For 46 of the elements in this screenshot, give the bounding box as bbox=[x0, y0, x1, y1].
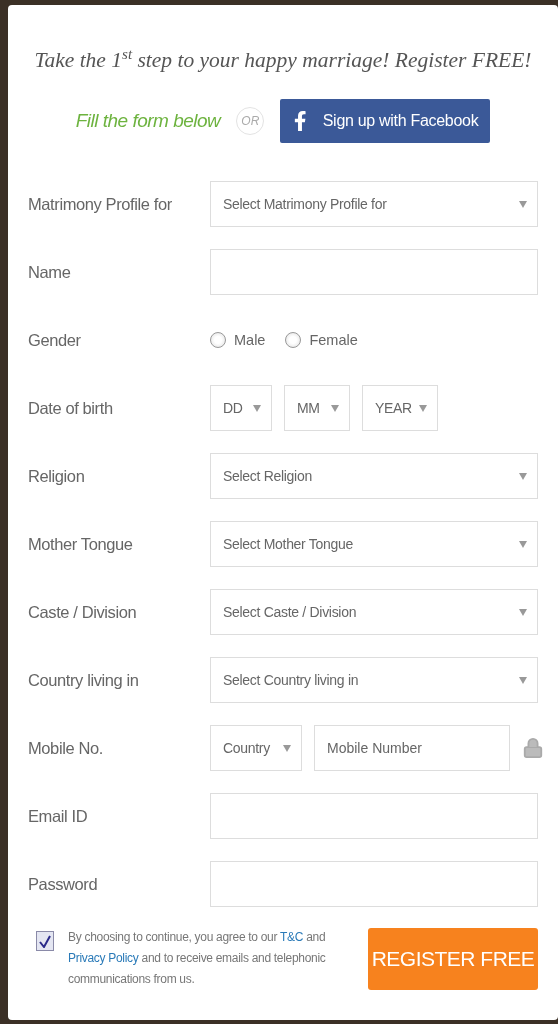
caret-icon bbox=[519, 200, 527, 208]
select-field[interactable]: Select Country living in bbox=[210, 657, 538, 704]
input-field[interactable] bbox=[210, 793, 538, 840]
form-heading: Take the 1$^{st}$ step to your happy marriage! Register FREE! bbox=[33, 45, 533, 75]
field-label: Caste / Division bbox=[28, 602, 138, 622]
field-label: Religion bbox=[28, 466, 86, 486]
radio-option[interactable]: Female bbox=[285, 332, 358, 349]
field-label: Password bbox=[28, 874, 99, 894]
agreement-link[interactable]: Privacy Policy bbox=[68, 951, 139, 966]
caret-icon bbox=[519, 472, 527, 480]
input-field[interactable]: Mobile Number bbox=[314, 725, 510, 772]
radio-button[interactable] bbox=[285, 332, 302, 349]
caret-icon bbox=[519, 676, 527, 684]
facebook-icon bbox=[292, 111, 309, 132]
caret-icon bbox=[519, 608, 527, 616]
field-label: Country living in bbox=[28, 670, 140, 690]
input-field[interactable] bbox=[210, 249, 538, 296]
caret-icon bbox=[283, 744, 291, 752]
select-field[interactable]: Select Caste / Division bbox=[210, 589, 538, 636]
field-label: Email ID bbox=[28, 806, 89, 826]
agree-checkbox[interactable] bbox=[36, 931, 54, 952]
caret-icon bbox=[419, 404, 427, 412]
field-label: Mother Tongue bbox=[28, 534, 134, 554]
radio-option[interactable]: Male bbox=[210, 332, 266, 349]
caret-icon bbox=[331, 404, 339, 412]
select-field[interactable]: MM bbox=[284, 385, 350, 432]
caret-icon bbox=[253, 404, 261, 412]
field-label: Name bbox=[28, 262, 72, 282]
facebook-signup-button[interactable]: Sign up with Facebook bbox=[280, 99, 491, 144]
field-label: Date of birth bbox=[28, 398, 114, 418]
select-field[interactable]: DD bbox=[210, 385, 272, 432]
caret-icon bbox=[519, 540, 527, 548]
select-field[interactable]: Select Mother Tongue bbox=[210, 521, 538, 568]
select-field[interactable]: Select Matrimony Profile for bbox=[210, 181, 538, 228]
field-label: Gender bbox=[28, 330, 82, 350]
agreement-text: By choosing to continue, you agree to our T&C and Privacy Policy and to receive emails and telephonic communications from us. bbox=[68, 929, 327, 989]
password-field[interactable] bbox=[210, 861, 538, 908]
agreement-link[interactable]: T&C bbox=[280, 930, 304, 945]
radio-button[interactable] bbox=[210, 332, 226, 349]
lock-icon bbox=[522, 737, 544, 760]
field-label: Matrimony Profile for bbox=[28, 194, 173, 214]
select-field[interactable]: YEAR bbox=[362, 385, 438, 432]
select-field[interactable]: Select Religion bbox=[210, 453, 538, 500]
select-field[interactable]: Country bbox=[210, 725, 302, 772]
fill-form-text: Fill the form below bbox=[75, 110, 221, 133]
field-label: Mobile No. bbox=[28, 738, 104, 758]
